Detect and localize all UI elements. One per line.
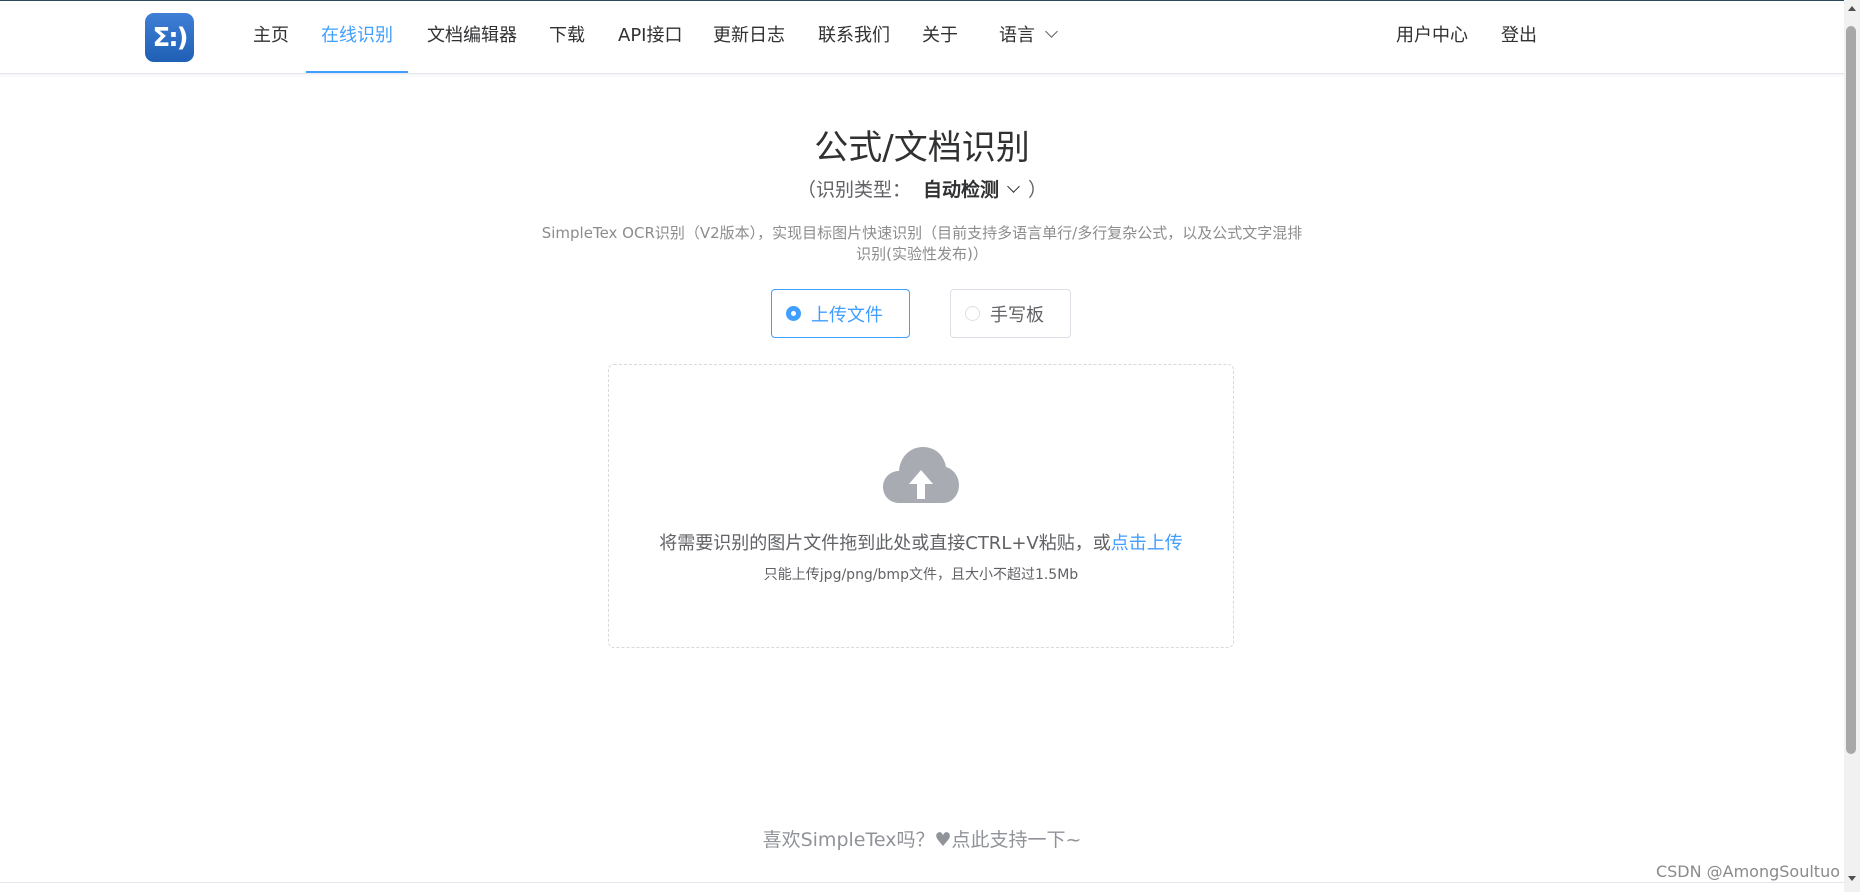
recognition-type-select[interactable]: 自动检测 (923, 179, 1020, 201)
navbar: Σ:) 主页 在线识别 文档编辑器 下载 API接口 更新日志 联系我们 关于 … (0, 1, 1844, 74)
upload-tip: 只能上传jpg/png/bmp文件，且大小不超过1.5Mb (763, 567, 1079, 583)
language-dropdown[interactable]: 语言 (999, 1, 1058, 73)
scroll-up-icon[interactable] (1848, 6, 1856, 11)
upload-file-label: 上传文件 (811, 304, 883, 326)
upload-instruction-text: 将需要识别的图片文件拖到此处或直接CTRL+V粘贴，或 (659, 533, 1111, 554)
recognition-type-label: 识别类型： (815, 179, 911, 201)
click-upload-link[interactable]: 点击上传 (1111, 533, 1183, 554)
support-link[interactable]: 喜欢SimpleTex吗？♥点此支持一下~ (0, 826, 1844, 854)
nav-item-contact[interactable]: 联系我们 (818, 1, 890, 73)
upload-dropzone[interactable]: 将需要识别的图片文件拖到此处或直接CTRL+V粘贴，或点击上传 只能上传jpg/… (608, 364, 1234, 648)
user-center-link[interactable]: 用户中心 (1396, 1, 1468, 73)
chevron-down-icon (1045, 25, 1058, 38)
upload-instruction: 将需要识别的图片文件拖到此处或直接CTRL+V粘贴，或点击上传 (609, 531, 1233, 557)
logo[interactable]: Σ:) (145, 13, 194, 62)
nav-item-home[interactable]: 主页 (253, 1, 289, 73)
nav-item-doc-editor[interactable]: 文档编辑器 (427, 1, 517, 73)
nav-item-changelog[interactable]: 更新日志 (713, 1, 785, 73)
description: SimpleTex OCR识别（V2版本），实现目标图片快速识别（目前支持多语言… (541, 224, 1303, 263)
scroll-down-icon[interactable] (1848, 876, 1856, 881)
language-label: 语言 (999, 25, 1035, 46)
upload-file-radio[interactable]: 上传文件 (771, 289, 910, 338)
radio-checked-icon (786, 306, 801, 321)
scrollbar-thumb[interactable] (1846, 26, 1856, 754)
logout-link[interactable]: 登出 (1501, 1, 1537, 73)
handwriting-label: 手写板 (990, 304, 1044, 326)
recognition-type-value: 自动检测 (923, 179, 1000, 201)
nav-item-about[interactable]: 关于 (922, 1, 958, 73)
page: Σ:) 主页 在线识别 文档编辑器 下载 API接口 更新日志 联系我们 关于 … (0, 0, 1860, 892)
page-title: 公式/文档识别 (814, 128, 1030, 168)
handwriting-radio[interactable]: 手写板 (950, 289, 1071, 338)
radio-unchecked-icon (965, 306, 980, 321)
recognition-type-row: （识别类型： 自动检测 ） (0, 174, 1844, 206)
bottom-divider (0, 882, 1844, 883)
cloud-upload-icon (883, 447, 959, 503)
nav-item-api[interactable]: API接口 (618, 1, 682, 73)
nav-item-online-ocr[interactable]: 在线识别 (306, 1, 408, 73)
nav-item-download[interactable]: 下载 (549, 1, 585, 73)
watermark: CSDN @AmongSoultuo (1655, 862, 1840, 881)
chevron-down-icon (1007, 180, 1020, 193)
type-close-paren: ） (1028, 179, 1048, 201)
type-open-paren: （ (796, 179, 816, 201)
